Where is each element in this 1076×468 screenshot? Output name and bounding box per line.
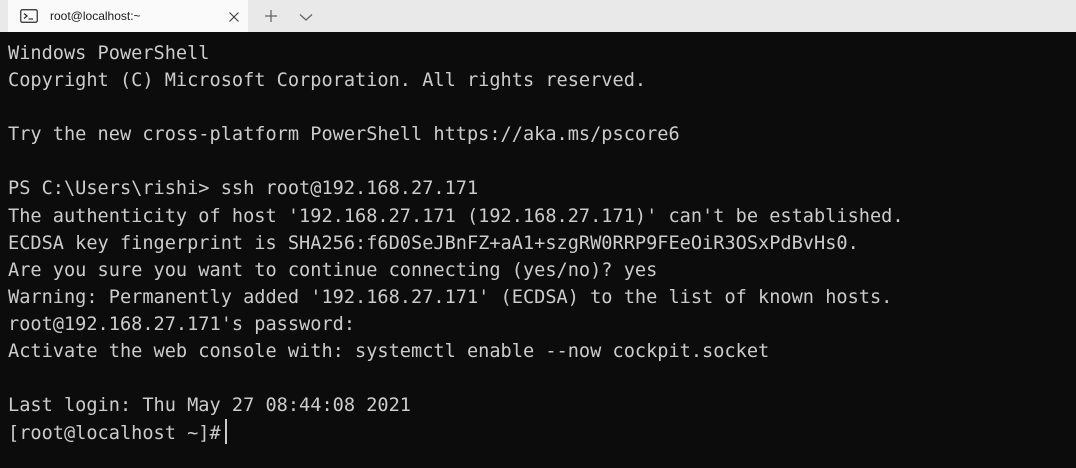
terminal-line: Are you sure you want to continue connec… (8, 259, 658, 281)
terminal-icon (20, 9, 38, 23)
tab-bar: root@localhost:~ (0, 0, 1076, 32)
terminal-line: Copyright (C) Microsoft Corporation. All… (8, 70, 647, 92)
plus-icon[interactable] (262, 8, 280, 24)
terminal-line: The authenticity of host '192.168.27.171… (8, 205, 904, 227)
chevron-down-icon[interactable] (298, 10, 314, 22)
terminal-line: PS C:\Users\rishi> ssh root@192.168.27.1… (8, 178, 479, 200)
terminal-line: Windows PowerShell (8, 43, 210, 64)
tab-root-localhost[interactable]: root@localhost:~ (8, 0, 248, 32)
terminal-line: ECDSA key fingerprint is SHA256:f6D0SeJB… (8, 232, 859, 254)
terminal-line: Last login: Thu May 27 08:44:08 2021 (8, 395, 411, 417)
close-icon[interactable] (228, 10, 240, 22)
text-cursor (224, 419, 227, 445)
terminal-window: root@localhost:~ Windows PowerShell Copy… (0, 0, 1076, 468)
shell-prompt: [root@localhost ~]# (8, 423, 221, 445)
terminal-output[interactable]: Windows PowerShell Copyright (C) Microso… (0, 32, 1076, 468)
prompt-line[interactable]: [root@localhost ~]# (8, 419, 1076, 446)
terminal-line: Try the new cross-platform PowerShell ht… (8, 124, 680, 146)
terminal-line: Activate the web console with: systemctl… (8, 341, 770, 363)
terminal-line: root@192.168.27.171's password: (8, 313, 356, 335)
terminal-line: Warning: Permanently added '192.168.27.1… (8, 286, 893, 308)
tab-title: root@localhost:~ (50, 9, 141, 23)
